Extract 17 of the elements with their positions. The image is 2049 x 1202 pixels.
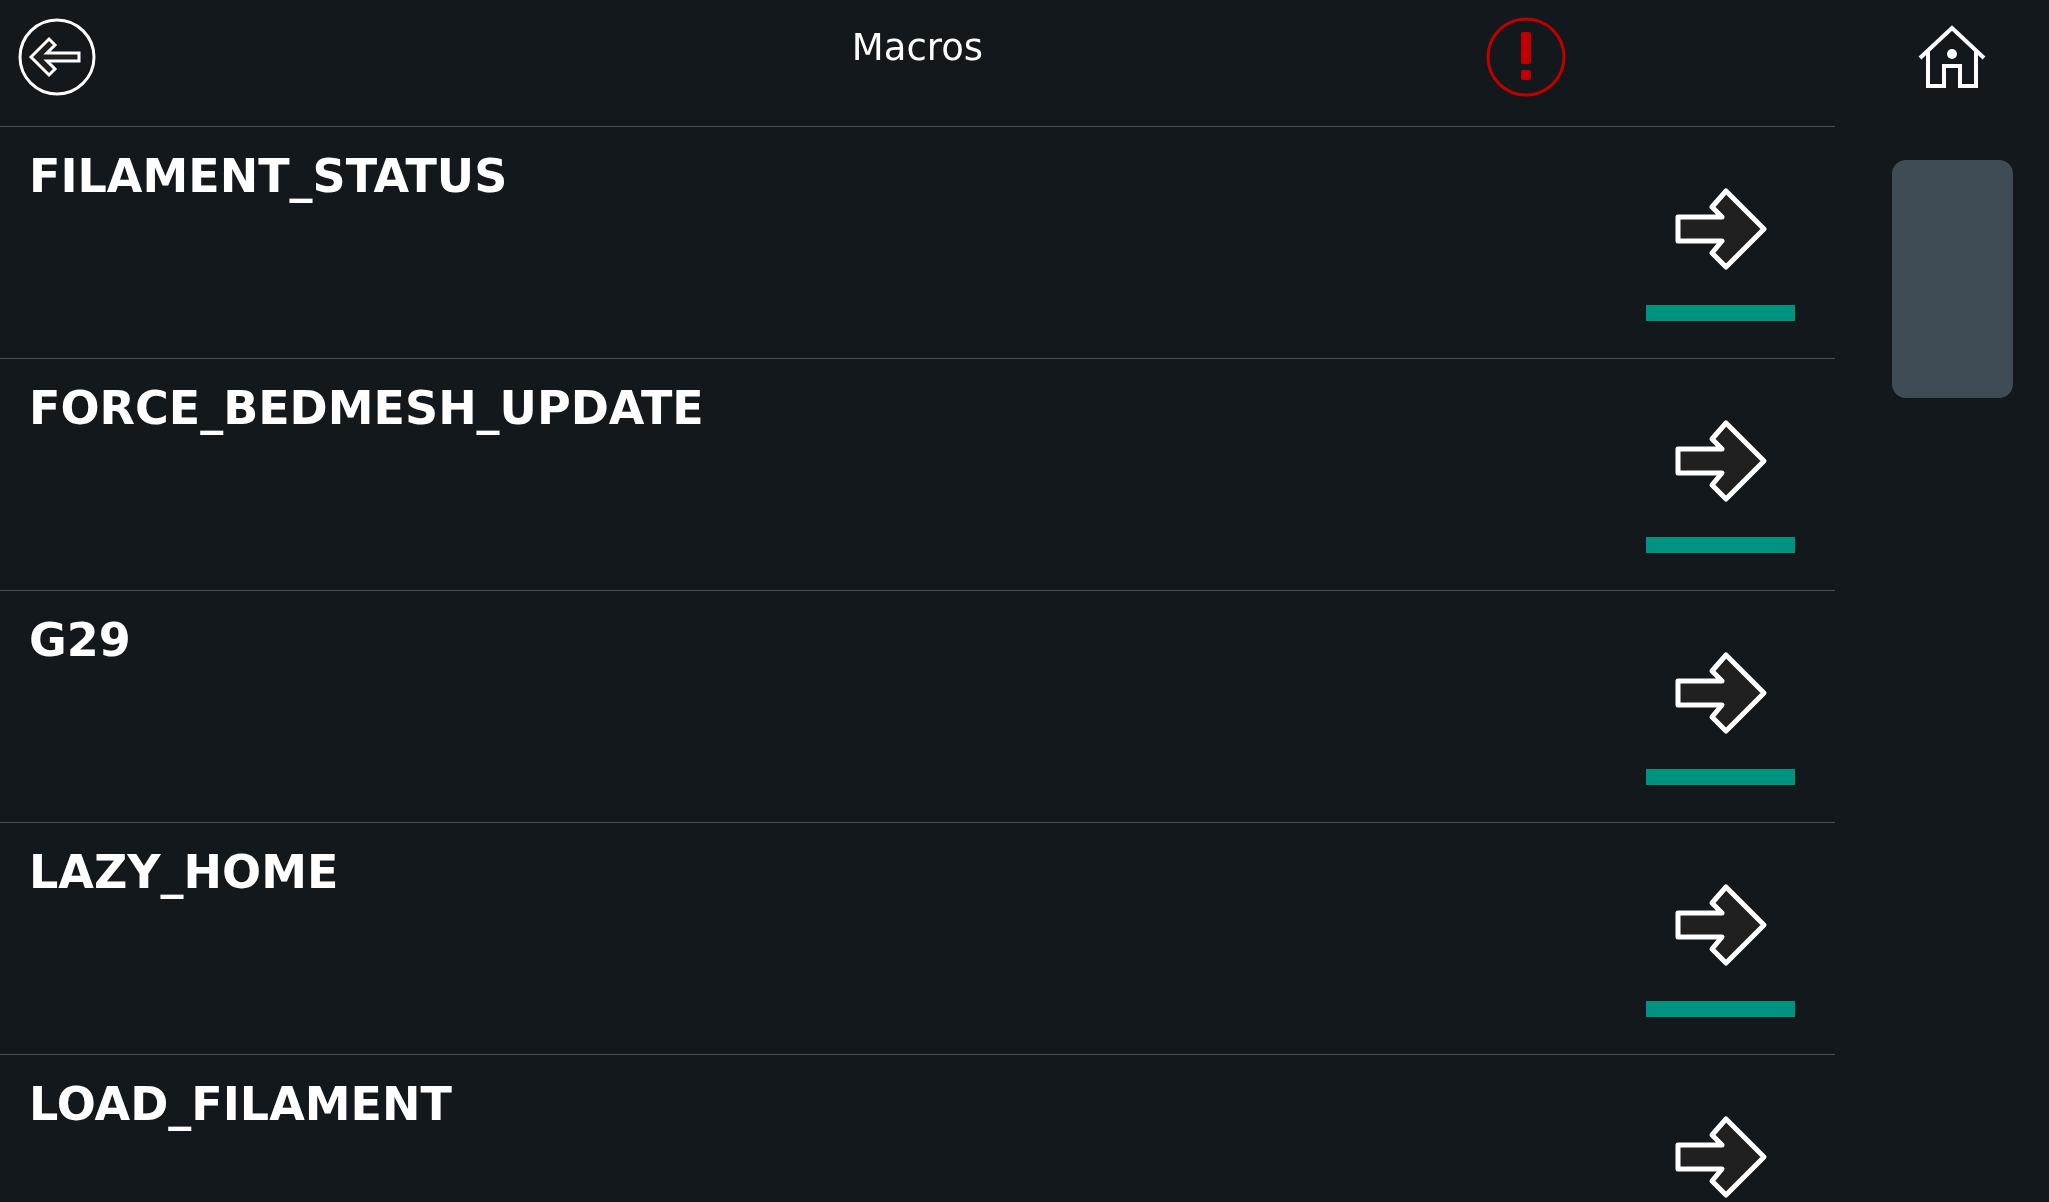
macro-name: LAZY_HOME xyxy=(29,845,339,901)
home-button[interactable] xyxy=(1916,24,1988,90)
home-icon xyxy=(1916,24,1988,90)
scrollbar-thumb[interactable] xyxy=(1891,160,2013,398)
right-arrow-icon xyxy=(1673,187,1768,271)
right-arrow-icon xyxy=(1673,883,1768,967)
macro-name: G29 xyxy=(29,613,131,669)
screen-title: Macros xyxy=(851,26,984,69)
right-arrow-icon xyxy=(1673,419,1768,503)
right-arrow-icon xyxy=(1673,651,1768,735)
macro-name: FORCE_BEDMESH_UPDATE xyxy=(29,381,704,437)
macro-name: LOAD_FILAMENT xyxy=(29,1077,452,1133)
warning-button[interactable] xyxy=(1485,16,1568,98)
back-button[interactable] xyxy=(17,17,97,97)
right-arrow-icon xyxy=(1673,1115,1768,1199)
macro-name: FILAMENT_STATUS xyxy=(29,149,508,205)
exclamation-icon xyxy=(1485,16,1568,98)
